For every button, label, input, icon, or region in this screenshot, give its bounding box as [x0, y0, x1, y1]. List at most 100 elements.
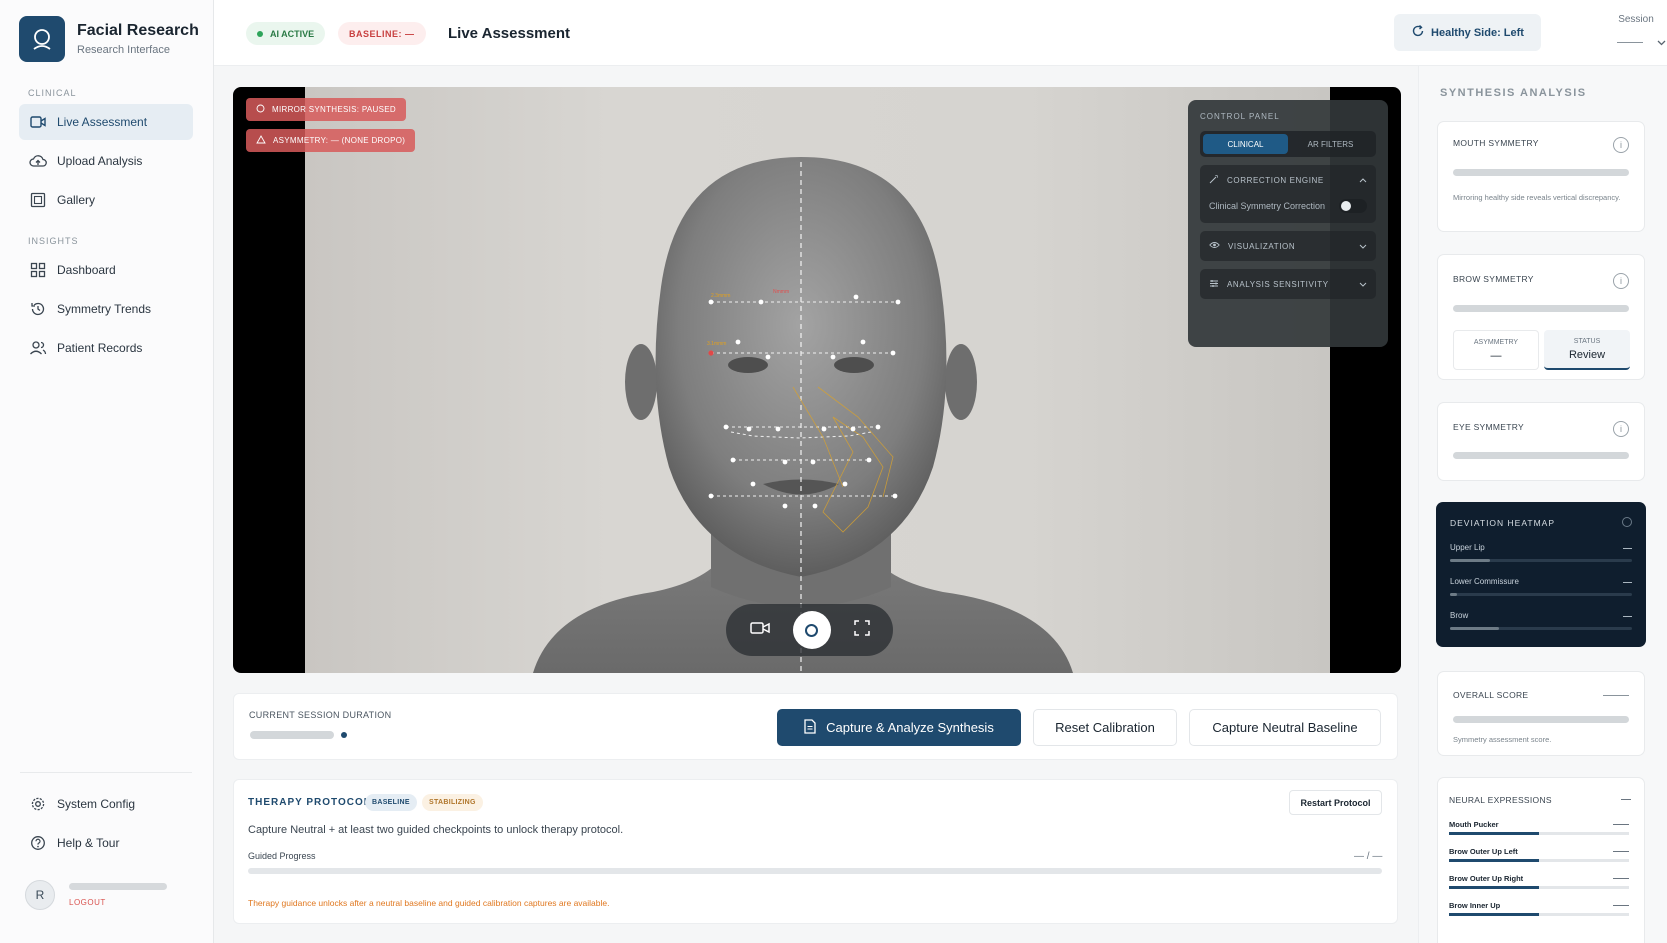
neural-fill-brow-outer-up-right: [1449, 886, 1539, 889]
capture-analyze-button[interactable]: Capture & Analyze Synthesis: [777, 709, 1021, 746]
heatmap-fill-upper-lip: [1450, 559, 1491, 562]
eye-symmetry-bar: [1453, 452, 1629, 459]
sidebar-item-label: Help & Tour: [57, 836, 120, 850]
mouth-symmetry-bar: [1453, 169, 1629, 176]
deviation-heatmap-title: DEVIATION HEATMAP: [1450, 518, 1556, 528]
wand-icon: [1209, 174, 1219, 186]
mouth-symmetry-desc: Mirroring healthy side reveals vertical …: [1453, 193, 1621, 202]
therapy-unlock-note: Therapy guidance unlocks after a neutral…: [248, 898, 610, 908]
nav-section-insights: INSIGHTS: [28, 236, 79, 246]
sidebar-item-symmetry-trends[interactable]: Symmetry Trends: [19, 291, 193, 327]
neural-fill-brow-inner-up: [1449, 913, 1539, 916]
heatmap-row-upper-lip: Upper Lip: [1450, 543, 1632, 562]
record-button[interactable]: [792, 611, 831, 649]
overall-score-desc: Symmetry assessment score.: [1453, 735, 1552, 744]
gear-icon: [29, 795, 47, 813]
correction-engine-label: CORRECTION ENGINE: [1227, 175, 1324, 185]
info-icon[interactable]: i: [1613, 421, 1629, 437]
document-icon: [804, 718, 816, 737]
tab-ar-filters[interactable]: AR FILTERS: [1288, 134, 1373, 154]
refresh-icon: [1411, 24, 1425, 41]
brow-asymmetry-value: —: [1490, 350, 1502, 362]
brand-title: Facial Research: [77, 22, 199, 39]
heatmap-row-value: [1623, 616, 1632, 617]
logout-link[interactable]: LOGOUT: [69, 898, 167, 907]
mirror-synthesis-tag: MIRROR SYNTHESIS: PAUSED: [246, 98, 406, 121]
sidebar-item-patient-records[interactable]: Patient Records: [19, 330, 193, 366]
measure-label-brow-right: Nmmm: [773, 289, 789, 295]
neural-row-label: Brow Outer Up Right: [1449, 874, 1524, 883]
tab-clinical[interactable]: CLINICAL: [1203, 134, 1288, 154]
ai-active-label: AI ACTIVE: [270, 28, 315, 39]
brow-asymmetry-tile: ASYMMETRY —: [1453, 330, 1539, 370]
info-icon[interactable]: i: [1613, 137, 1629, 153]
brow-status-tile: STATUS Review: [1544, 330, 1630, 370]
sliders-icon: [1209, 279, 1219, 290]
stabilizing-pill: STABILIZING: [422, 794, 483, 811]
session-action-bar: CURRENT SESSION DURATION Capture & Analy…: [233, 693, 1398, 760]
asymmetry-tag: ASYMMETRY: — (NONE DROPO): [246, 129, 416, 152]
eye-symmetry-card: EYE SYMMETRY i: [1437, 402, 1645, 481]
warning-icon: [256, 135, 266, 146]
info-icon[interactable]: [1622, 517, 1632, 527]
analysis-sensitivity-header[interactable]: ANALYSIS SENSITIVITY: [1200, 269, 1376, 299]
users-icon: [29, 339, 47, 357]
help-icon: [29, 834, 47, 852]
synthesis-analysis-title: SYNTHESIS ANALYSIS: [1440, 87, 1587, 99]
info-icon[interactable]: i: [1613, 273, 1629, 289]
correction-engine-header[interactable]: CORRECTION ENGINE: [1200, 165, 1376, 195]
capture-analyze-label: Capture & Analyze Synthesis: [826, 720, 994, 735]
chevron-up-icon: [1359, 176, 1367, 185]
sidebar-item-label: Patient Records: [57, 341, 143, 355]
heatmap-row-label: Lower Commissure: [1450, 577, 1519, 586]
page-title: Live Assessment: [448, 25, 571, 42]
nav-section-clinical: CLINICAL: [28, 88, 77, 98]
right-eye-shape: [834, 357, 874, 373]
avatar[interactable]: R: [25, 880, 55, 910]
session-duration-label: CURRENT SESSION DURATION: [249, 710, 392, 720]
grid-icon: [29, 261, 47, 279]
sidebar-item-upload-analysis[interactable]: Upload Analysis: [19, 143, 193, 179]
sidebar-item-label: Gallery: [57, 193, 96, 207]
chevron-down-icon: [1657, 33, 1666, 51]
sidebar-item-live-assessment[interactable]: Live Assessment: [19, 104, 193, 140]
therapy-protocol-title: THERAPY PROTOCOL: [248, 797, 371, 808]
mirror-synthesis-label: MIRROR SYNTHESIS: PAUSED: [272, 105, 396, 114]
analysis-sensitivity-section: ANALYSIS SENSITIVITY: [1200, 269, 1376, 299]
restart-protocol-button[interactable]: Restart Protocol: [1289, 790, 1382, 815]
right-ear-shape: [945, 344, 977, 420]
neural-row-label: Brow Inner Up: [1449, 901, 1501, 910]
symmetry-correction-toggle[interactable]: [1339, 199, 1367, 213]
neural-expressions-title: NEURAL EXPRESSIONS: [1449, 795, 1552, 805]
reset-calibration-button[interactable]: Reset Calibration: [1033, 709, 1177, 746]
sidebar-item-dashboard[interactable]: Dashboard: [19, 252, 193, 288]
control-panel-title: CONTROL PANEL: [1200, 112, 1280, 121]
ai-active-badge: AI ACTIVE: [246, 22, 326, 45]
heatmap-row-value: [1623, 582, 1632, 583]
baseline-pill: BASELINE: [365, 794, 417, 811]
gallery-icon: [29, 191, 47, 209]
overall-score-card: OVERALL SCORE Symmetry assessment score.: [1437, 671, 1645, 756]
heatmap-row-brow: Brow: [1450, 611, 1632, 630]
deviation-heatmap-card: DEVIATION HEATMAP Upper Lip Lower Commis…: [1436, 502, 1646, 647]
sidebar-item-gallery[interactable]: Gallery: [19, 182, 193, 218]
mouth-symmetry-title: MOUTH SYMMETRY: [1453, 138, 1539, 148]
neural-row-label: Mouth Pucker: [1449, 820, 1499, 829]
camera-feed[interactable]: 2.3mmm Nmmm 3.1mmm MIRROR SYNTHESIS: PAU…: [233, 87, 1401, 673]
visualization-header[interactable]: VISUALIZATION: [1200, 231, 1376, 261]
user-profile: R LOGOUT: [25, 880, 167, 910]
user-name-placeholder: [69, 883, 167, 890]
left-ear-shape: [625, 344, 657, 420]
eye-off-icon: [256, 104, 265, 115]
sidebar-item-system-config[interactable]: System Config: [19, 786, 193, 822]
capture-baseline-button[interactable]: Capture Neutral Baseline: [1189, 709, 1381, 746]
healthy-side-button[interactable]: Healthy Side: Left: [1394, 14, 1541, 51]
session-selector[interactable]: Session: [1586, 14, 1666, 51]
sidebar-item-help-tour[interactable]: Help & Tour: [19, 825, 193, 861]
neural-expressions-value: [1621, 799, 1631, 800]
brow-symmetry-card: BROW SYMMETRY i ASYMMETRY — STATUS Revie…: [1437, 254, 1645, 380]
correction-engine-section: CORRECTION ENGINE Clinical Symmetry Corr…: [1200, 165, 1376, 223]
fullscreen-icon[interactable]: [853, 619, 870, 641]
sidebar-item-label: Dashboard: [57, 263, 116, 277]
camera-toggle-icon[interactable]: [749, 621, 770, 640]
